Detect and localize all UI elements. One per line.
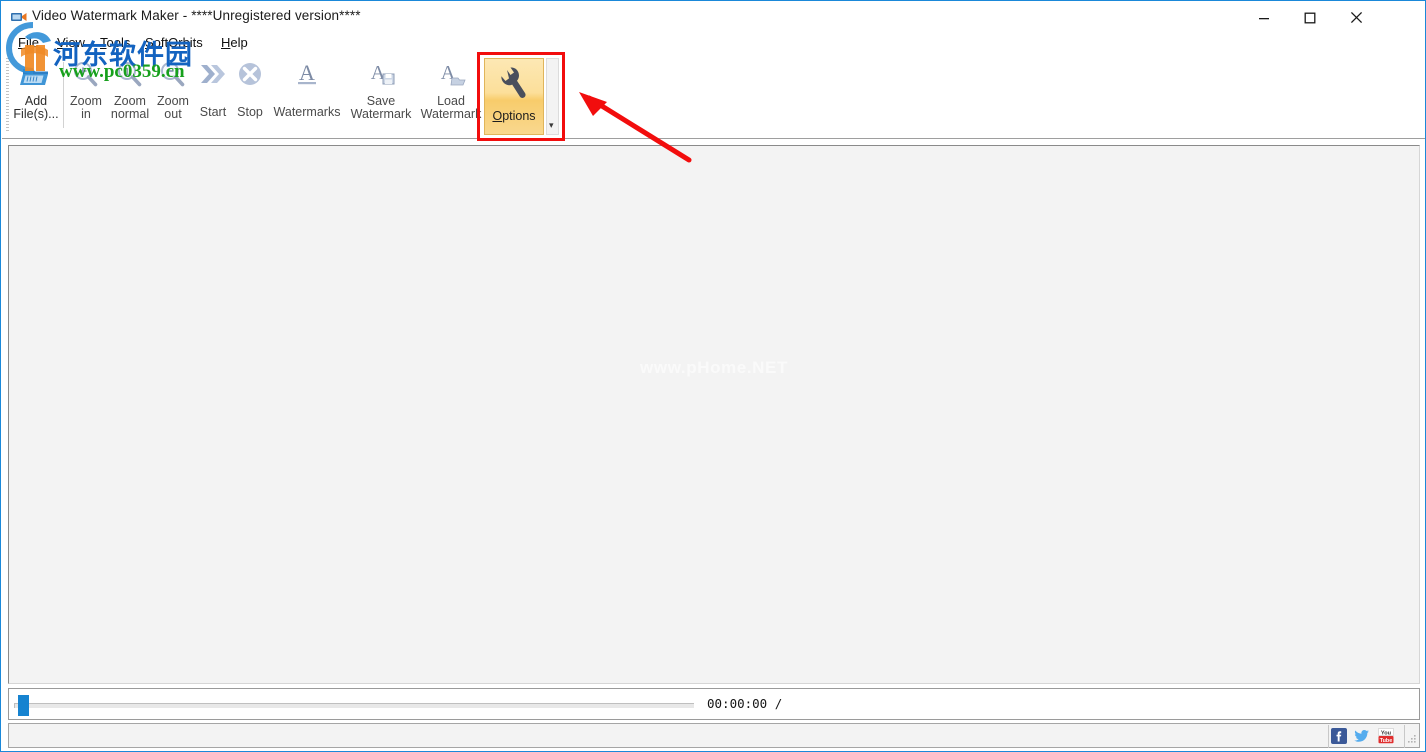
toolbar-label-zoom-in-line2: in: [81, 107, 91, 121]
twitter-icon[interactable]: [1354, 728, 1370, 744]
window-title: Video Watermark Maker - ****Unregistered…: [32, 8, 361, 23]
seek-track[interactable]: [14, 703, 694, 708]
menu-item-tools[interactable]: Tools: [97, 34, 133, 51]
menu-label-softorbits: oftOrbits: [153, 35, 203, 50]
toolbar-label-zoom-normal-line2: normal: [110, 107, 150, 121]
seek-slider[interactable]: [14, 694, 694, 716]
svg-text:Tube: Tube: [1380, 738, 1392, 744]
zoom-out-icon: [152, 58, 194, 92]
toolbar-button-zoom-in[interactable]: Zoom in: [65, 56, 107, 121]
menu-label-help: elp: [230, 35, 248, 50]
menu-mnemonic-softorbits: S: [145, 35, 154, 50]
toolbar-drag-grip[interactable]: [6, 58, 9, 132]
minimize-icon: [1259, 17, 1269, 19]
wrench-icon: [485, 65, 543, 103]
toolbar: Add File(s)... Zoom in 1 Zoom normal Zoo…: [2, 52, 1425, 139]
text-a-icon: A: [268, 58, 346, 92]
toolbar-label-save-watermark-line2: Watermark: [350, 107, 412, 121]
maximize-icon: [1304, 12, 1316, 23]
seek-thumb[interactable]: [18, 695, 29, 716]
toolbar-label-watermarks: Watermarks: [273, 105, 341, 119]
svg-text:You: You: [1381, 730, 1392, 736]
chevron-down-icon: ▾: [549, 120, 554, 130]
svg-text:A: A: [299, 60, 315, 85]
a-save-icon: A: [346, 58, 416, 92]
toolbar-button-add-files[interactable]: Add File(s)...: [10, 56, 62, 121]
menu-mnemonic-help: H: [221, 35, 231, 50]
play-chevron-icon: [194, 58, 232, 92]
toolbar-label-load-watermark-line2: Watermark: [420, 107, 482, 121]
zoom-in-icon: [65, 58, 107, 92]
options-button[interactable]: Options: [484, 58, 544, 135]
app-icon: [11, 10, 27, 24]
menu-label-view: iew: [65, 35, 85, 50]
toolbar-button-zoom-out[interactable]: Zoom out: [152, 56, 194, 121]
video-preview-canvas[interactable]: www.pHome.NET: [8, 145, 1420, 684]
canvas-watermark-text: www.pHome.NET: [640, 358, 788, 377]
youtube-icon[interactable]: You Tube: [1378, 728, 1394, 744]
options-mnemonic: O: [492, 109, 503, 123]
facebook-icon[interactable]: [1331, 728, 1347, 744]
menu-label-file: ile: [25, 35, 39, 50]
time-display: 00:00:00 /: [707, 696, 783, 711]
a-load-icon: A: [416, 58, 486, 92]
application-window: Video Watermark Maker - ****Unregistered…: [0, 0, 1426, 752]
transport-bar: 00:00:00 /: [8, 688, 1420, 720]
status-bar: You Tube: [8, 723, 1420, 748]
menu-mnemonic-file: F: [18, 35, 26, 50]
close-icon: [1350, 11, 1362, 24]
close-button[interactable]: [1333, 3, 1379, 32]
toolbar-button-zoom-normal[interactable]: 1 Zoom normal: [106, 56, 154, 121]
toolbar-label-add-files-line2: File(s)...: [13, 107, 59, 121]
minimize-button[interactable]: [1241, 3, 1287, 32]
zoom-normal-icon: 1: [106, 58, 154, 92]
toolbar-label-stop: Stop: [237, 105, 263, 119]
menu-item-view[interactable]: View: [54, 34, 88, 51]
svg-text:1: 1: [124, 67, 130, 79]
options-button-label: Options: [485, 109, 543, 123]
options-label-rest: ptions: [502, 109, 536, 123]
toolbar-button-load-watermark[interactable]: A Load Watermark: [416, 56, 486, 121]
status-divider: [1328, 725, 1329, 748]
menu-item-file[interactable]: File: [15, 34, 42, 51]
toolbar-button-watermarks[interactable]: A Watermarks: [268, 56, 346, 119]
title-bar: Video Watermark Maker - ****Unregistered…: [2, 2, 1425, 32]
toolbar-label-zoom-out-line2: out: [164, 107, 182, 121]
resize-grip[interactable]: [1405, 733, 1417, 745]
open-folder-icon: [10, 58, 62, 92]
toolbar-button-stop[interactable]: Stop: [232, 56, 268, 119]
menu-bar: File View Tools SoftOrbits Help: [2, 32, 1425, 52]
stop-circle-icon: [232, 58, 268, 92]
toolbar-button-start[interactable]: Start: [194, 56, 232, 119]
maximize-button[interactable]: [1287, 3, 1333, 32]
toolbar-separator: [63, 62, 64, 128]
menu-item-softorbits[interactable]: SoftOrbits: [142, 34, 206, 51]
menu-item-help[interactable]: Help: [218, 34, 251, 51]
menu-label-tools: ools: [106, 35, 131, 50]
toolbar-overflow-button[interactable]: ▾: [546, 58, 559, 135]
toolbar-button-save-watermark[interactable]: A Save Watermark: [346, 56, 416, 121]
toolbar-label-start: Start: [199, 105, 227, 119]
